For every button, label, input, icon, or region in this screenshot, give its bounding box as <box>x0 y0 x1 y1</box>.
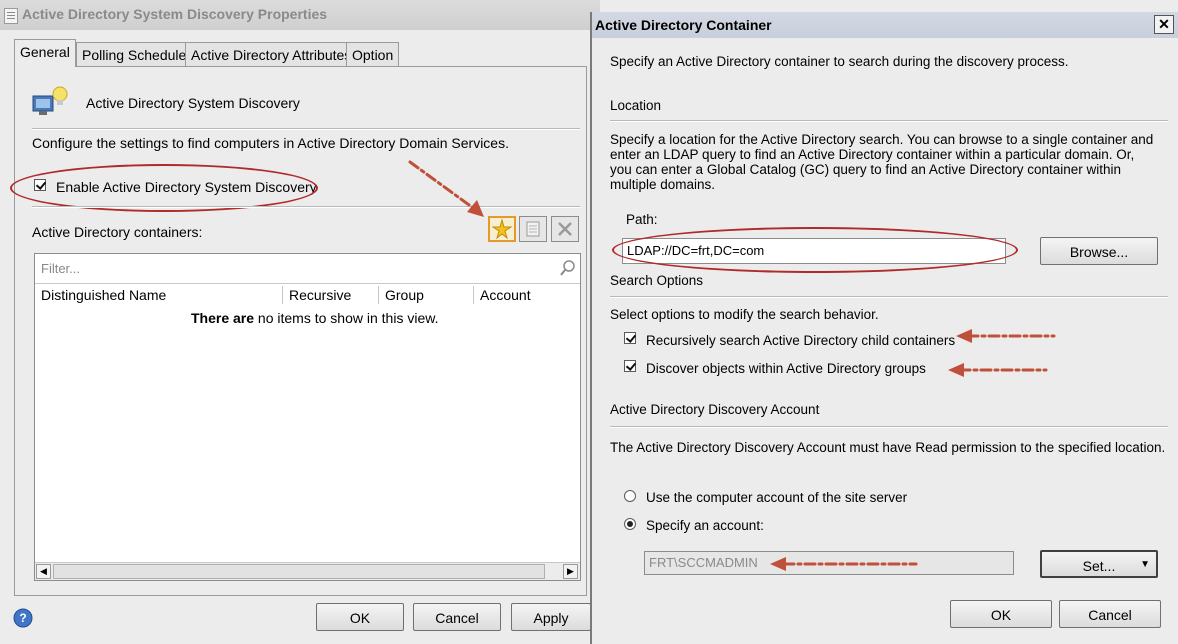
arrow-head <box>948 363 964 377</box>
arrow-head <box>770 557 786 571</box>
arrow-to-new-button <box>408 160 478 212</box>
arrow-head <box>956 329 972 343</box>
annotation-arrows <box>408 160 1056 571</box>
tab-general[interactable]: General <box>14 39 76 67</box>
tab-general-label: General <box>20 44 70 60</box>
arrow-head <box>467 200 484 217</box>
